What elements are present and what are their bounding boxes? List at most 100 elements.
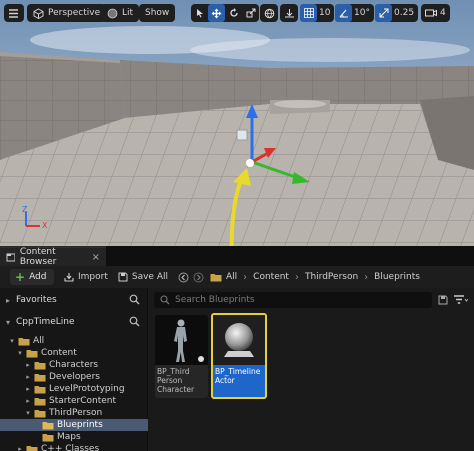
history-back-button[interactable] xyxy=(178,272,189,283)
import-label: Import xyxy=(78,272,108,282)
breadcrumb-separator-icon[interactable]: › xyxy=(364,272,368,283)
tree-item-label: Content xyxy=(41,348,77,358)
camera-speed-value: 4 xyxy=(440,8,446,18)
transform-tools-group xyxy=(191,4,259,22)
expand-arrow-icon[interactable]: ▸ xyxy=(24,385,32,393)
rotation-snap-group[interactable]: 10° xyxy=(335,4,374,22)
move-arrows-icon xyxy=(211,8,222,18)
plus-icon: + xyxy=(15,270,26,284)
scale-icon xyxy=(246,8,255,18)
expand-arrow-icon[interactable]: ▾ xyxy=(8,337,16,345)
scale-tool[interactable] xyxy=(242,4,259,22)
grid-snap-value[interactable]: 10 xyxy=(317,8,334,18)
expand-arrow-icon[interactable]: ▾ xyxy=(24,409,32,417)
project-header[interactable]: ▾ CppTimeLine xyxy=(0,312,148,332)
select-tool[interactable] xyxy=(191,4,208,22)
camera-icon xyxy=(425,9,437,17)
level-viewport[interactable]: Z X Perspective Lit Show 10 10° 0.25 4 xyxy=(0,0,474,246)
folder-icon xyxy=(42,433,54,441)
grid-snap-group[interactable]: 10 xyxy=(300,4,335,22)
lit-button[interactable]: Lit xyxy=(101,4,140,22)
blueprint-sphere-icon xyxy=(213,315,265,365)
scale-snap-toggle[interactable] xyxy=(375,4,392,22)
rotation-snap-toggle[interactable] xyxy=(335,4,352,22)
search-input[interactable]: Search Blueprints xyxy=(154,292,432,308)
expand-arrow-icon[interactable]: ▾ xyxy=(6,318,10,327)
world-local-toggle[interactable] xyxy=(260,4,278,22)
tree-item-thirdperson[interactable]: ▾ ThirdPerson xyxy=(0,407,148,419)
folder-icon xyxy=(210,274,222,282)
lit-label: Lit xyxy=(122,8,134,18)
favorites-header[interactable]: ▸ Favorites xyxy=(0,290,148,310)
breadcrumb-thirdperson[interactable]: ThirdPerson xyxy=(305,272,358,282)
folder-icon xyxy=(18,337,30,345)
scale-snap-icon xyxy=(379,8,388,18)
show-button[interactable]: Show xyxy=(139,4,176,22)
viewport-menu-button[interactable] xyxy=(4,4,24,22)
import-button[interactable]: Import xyxy=(64,272,108,282)
surface-snap-icon xyxy=(284,8,294,17)
cube-icon xyxy=(33,7,44,19)
angle-icon xyxy=(339,9,348,18)
show-label: Show xyxy=(145,8,170,18)
breadcrumb-separator-icon[interactable]: › xyxy=(295,272,299,283)
lit-sphere-icon xyxy=(107,8,118,18)
scale-snap-value[interactable]: 0.25 xyxy=(392,8,418,18)
tree-item-c-classes[interactable]: ▸ C++ Classes xyxy=(0,443,148,451)
camera-speed-group[interactable]: 4 xyxy=(421,4,450,22)
tree-item-label: LevelPrototyping xyxy=(49,384,125,394)
breadcrumb-separator-icon[interactable]: › xyxy=(243,272,247,283)
forward-arrow-icon xyxy=(193,272,204,282)
tab-content-browser[interactable]: Content Browser × xyxy=(0,246,106,267)
sources-panel: ▸ Favorites ▾ CppTimeLine ▾ All ▾ Content ▸ C… xyxy=(0,288,148,451)
close-tab-icon[interactable]: × xyxy=(92,252,100,263)
surface-snap-toggle[interactable] xyxy=(280,4,298,22)
viewport-scene[interactable] xyxy=(0,0,474,246)
filter-icon[interactable] xyxy=(454,295,468,305)
tree-item-maps[interactable]: Maps xyxy=(0,431,148,443)
expand-arrow-icon[interactable]: ▸ xyxy=(16,445,24,451)
asset-label: BP_Timeline Actor xyxy=(215,367,261,385)
asset-label: BP_Third Person Character xyxy=(157,367,195,394)
import-icon xyxy=(64,273,74,282)
save-search-icon[interactable] xyxy=(438,295,448,305)
asset-thumbnail xyxy=(213,315,265,365)
save-all-button[interactable]: Save All xyxy=(118,272,168,282)
rotation-snap-value[interactable]: 10° xyxy=(352,8,374,18)
favorites-label: Favorites xyxy=(16,295,57,305)
breadcrumb-content[interactable]: Content xyxy=(253,272,289,282)
perspective-button[interactable]: Perspective xyxy=(27,4,107,22)
breadcrumb-all[interactable]: All xyxy=(226,272,237,282)
search-icon[interactable] xyxy=(129,316,140,327)
tree-item-startercontent[interactable]: ▸ StarterContent xyxy=(0,395,148,407)
tree-item-content[interactable]: ▾ Content xyxy=(0,347,148,359)
tree-item-label: ThirdPerson xyxy=(49,408,103,418)
tree-item-label: C++ Classes xyxy=(41,444,100,451)
search-icon[interactable] xyxy=(129,294,140,305)
history-forward-button[interactable] xyxy=(193,272,204,283)
asset-tile-selected[interactable]: BP_Timeline Actor xyxy=(211,313,267,399)
expand-arrow-icon[interactable]: ▸ xyxy=(24,397,32,405)
rotate-tool[interactable] xyxy=(225,4,242,22)
expand-arrow-icon[interactable]: ▾ xyxy=(16,349,24,357)
tree-item-characters[interactable]: ▸ Characters xyxy=(0,359,148,371)
tree-item-blueprints[interactable]: Blueprints xyxy=(0,419,148,431)
translate-tool[interactable] xyxy=(208,4,225,22)
collapse-arrow-icon[interactable]: ▸ xyxy=(6,296,10,305)
asset-tile[interactable]: BP_Third Person Character xyxy=(155,315,208,398)
folder-icon xyxy=(34,397,46,405)
breadcrumb-blueprints[interactable]: Blueprints xyxy=(374,272,420,282)
tree-item-developers[interactable]: ▸ Developers xyxy=(0,371,148,383)
expand-arrow-icon[interactable]: ▸ xyxy=(24,361,32,369)
grid-snap-toggle[interactable] xyxy=(300,4,317,22)
tree-item-all[interactable]: ▾ All xyxy=(0,335,148,347)
expand-arrow-icon[interactable]: ▸ xyxy=(24,373,32,381)
tree-item-label: Blueprints xyxy=(57,420,103,430)
scale-snap-group[interactable]: 0.25 xyxy=(375,4,419,22)
add-button[interactable]: + Add xyxy=(10,269,54,285)
tree-item-levelprototyping[interactable]: ▸ LevelPrototyping xyxy=(0,383,148,395)
breadcrumb: All › Content › ThirdPerson › Blueprints xyxy=(210,272,420,283)
asset-view: Search Blueprints BP_Third Person Charac… xyxy=(150,288,474,451)
content-browser-icon xyxy=(6,253,15,262)
axis-x-label: X xyxy=(42,221,48,230)
